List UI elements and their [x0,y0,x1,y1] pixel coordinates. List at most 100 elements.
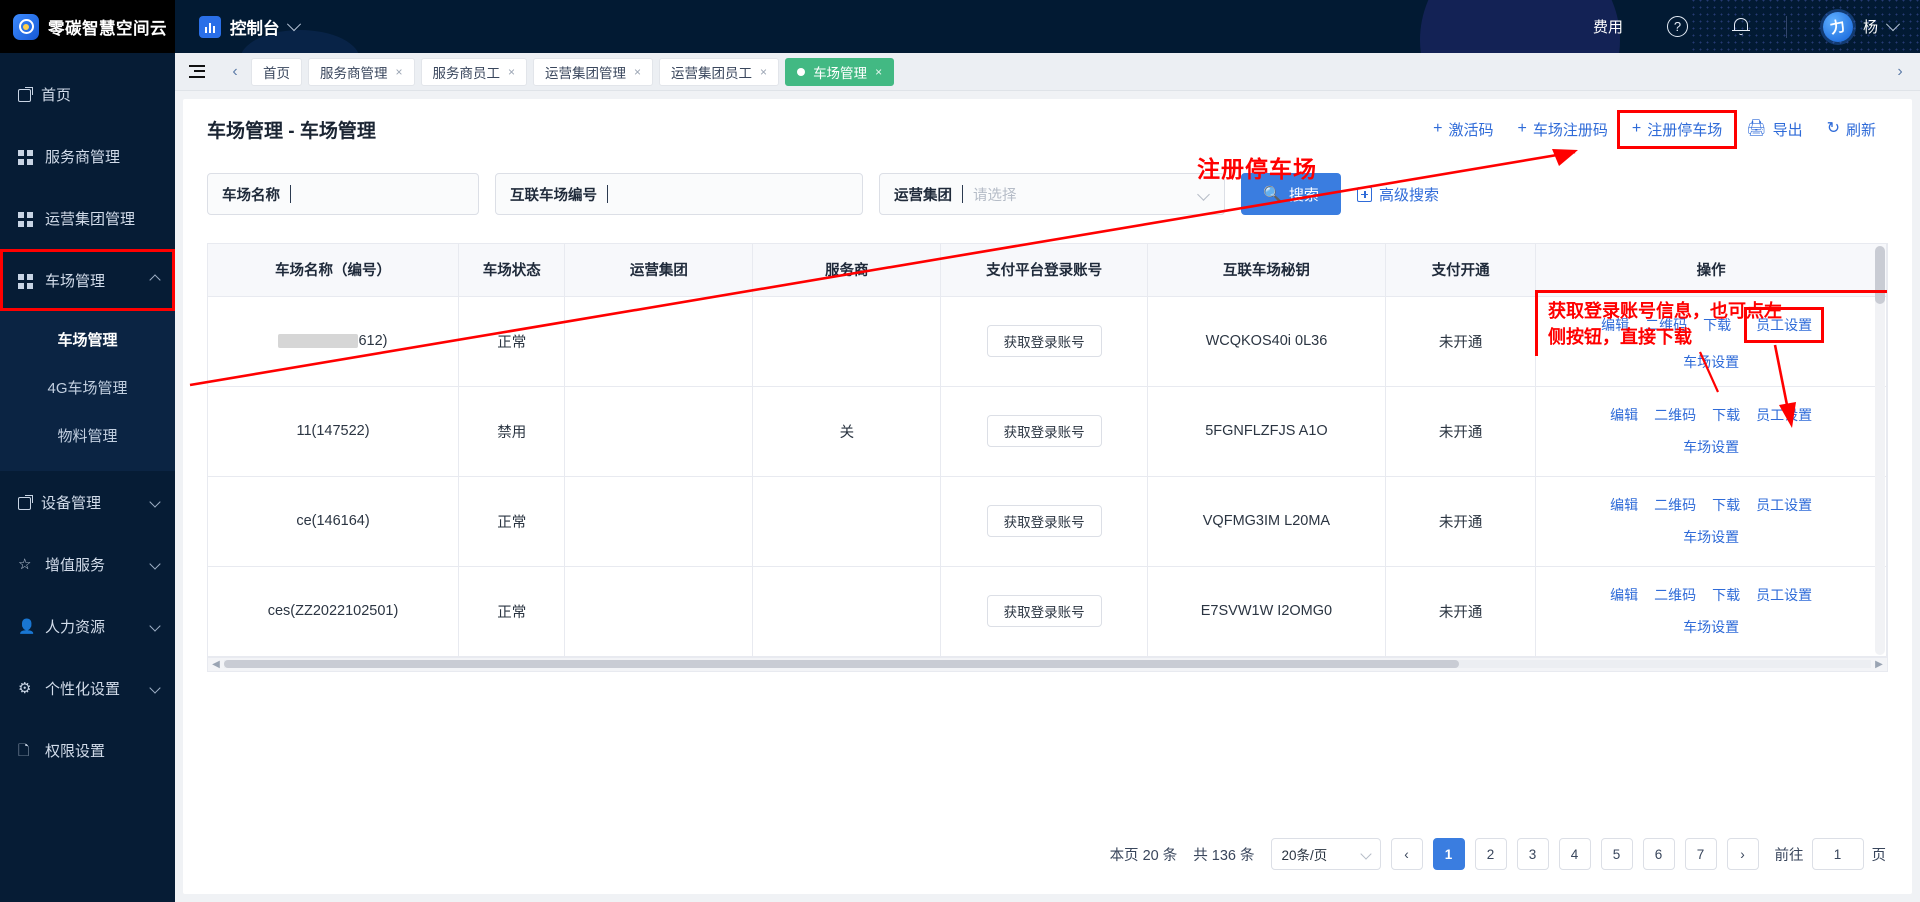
sidebar-subitem-4g-parking[interactable]: 4G车场管理 [0,363,175,411]
sidebar-subitem-parking-management[interactable]: 车场管理 [0,315,175,363]
console-switcher[interactable]: 控制台 [199,15,301,39]
op-download[interactable]: 下载 [1703,315,1731,335]
get-login-account-button[interactable]: 获取登录账号 [986,595,1102,627]
cell-status: 正常 [458,566,566,657]
op-edit[interactable]: 编辑 [1610,585,1638,605]
search-button[interactable]: 🔍 搜索 [1241,173,1341,215]
sidebar-item-value-added-services[interactable]: ☆ 增值服务 [0,533,175,595]
op-edit[interactable]: 编辑 [1610,495,1638,515]
tab-parking-management[interactable]: 车场管理 × [785,57,895,86]
tabs-scroll-right-icon[interactable]: › [1880,63,1920,81]
export-button[interactable]: 🖨 导出 [1734,113,1814,146]
pagination-next-button[interactable]: › [1726,838,1759,870]
table-row[interactable]: 11(147522) 禁用 关 获取登录账号 5FGNFLZFJS A1O 未开… [208,386,1887,477]
parking-name-field[interactable]: 车场名称 [207,173,479,215]
table-row[interactable]: 612) 正常 获取登录账号 WCQKOS40i 0L36 未开通 编辑 二维码… [208,296,1887,387]
table-horizontal-scrollbar[interactable]: ◀ ▶ [207,657,1888,672]
table-row[interactable]: ces(ZZ2022102501) 正常 获取登录账号 E7SVW1W I2OM… [208,566,1887,657]
tab-operation-group[interactable]: 运营集团管理 × [533,57,654,86]
op-parking-settings[interactable]: 车场设置 [1683,437,1739,457]
sidebar-item-human-resources[interactable]: 👤 人力资源 [0,595,175,657]
get-login-account-button[interactable]: 获取登录账号 [986,415,1102,447]
text-cursor [607,185,608,203]
scrollbar-thumb[interactable] [224,660,1460,668]
tabs-scroll-left-icon[interactable]: ‹ [219,63,251,81]
pagination-page-4[interactable]: 4 [1558,838,1591,870]
scrollbar-thumb[interactable] [1875,246,1885,304]
scrollbar-track[interactable] [224,660,1871,668]
sidebar-subitem-material[interactable]: 物料管理 [0,411,175,459]
pagination-page-1[interactable]: 1 [1432,838,1465,870]
op-qrcode[interactable]: 二维码 [1645,315,1687,335]
jump-suffix: 页 [1871,847,1887,864]
sidebar-item-label: 权限设置 [45,742,106,760]
fee-link[interactable]: 费用 [1571,16,1645,37]
close-icon[interactable]: × [396,65,403,79]
table-row[interactable]: ce(146164) 正常 获取登录账号 VQFMG3IM L20MA 未开通 [208,476,1887,567]
get-login-account-button[interactable]: 获取登录账号 [986,325,1102,357]
menu-collapse-icon[interactable] [175,65,219,78]
chevron-down-icon [1197,187,1210,201]
gear-icon: ⚙ [18,679,32,697]
pagination-page-7[interactable]: 7 [1684,838,1717,870]
scroll-right-icon[interactable]: ▶ [1871,659,1887,670]
get-login-account-button[interactable]: 获取登录账号 [986,505,1102,537]
interconnect-parking-code-field[interactable]: 互联车场编号 [495,173,863,215]
op-staff-settings[interactable]: 员工设置 [1756,585,1812,605]
op-parking-settings[interactable]: 车场设置 [1683,617,1739,637]
advanced-search-button[interactable]: 高级搜索 [1357,184,1439,205]
refresh-button[interactable]: ↻ 刷新 [1815,113,1888,146]
pagination-page-3[interactable]: 3 [1516,838,1549,870]
op-download[interactable]: 下载 [1712,405,1740,425]
sidebar-item-permissions[interactable]: 🗋 权限设置 [0,719,175,781]
parking-register-code-button[interactable]: + 车场注册码 [1506,113,1620,146]
sidebar-item-device-management[interactable]: 设备管理 [0,471,175,533]
tab-home[interactable]: 首页 [251,57,302,86]
app-logo-icon [13,13,39,40]
help-button[interactable]: ? [1645,16,1710,37]
tab-label: 首页 [263,65,290,81]
close-icon[interactable]: × [634,65,641,79]
jump-input[interactable]: 1 [1811,838,1864,870]
op-qrcode[interactable]: 二维码 [1654,495,1696,515]
op-staff-settings[interactable]: 员工设置 [1756,495,1812,515]
cell-provider: 关 [752,386,942,477]
op-qrcode[interactable]: 二维码 [1654,585,1696,605]
op-staff-settings[interactable]: 员工设置 [1756,405,1812,425]
op-edit[interactable]: 编辑 [1601,315,1629,335]
page-size-select[interactable]: 20条/页 [1270,838,1381,870]
close-icon[interactable]: × [508,65,515,79]
op-parking-settings[interactable]: 车场设置 [1683,352,1739,372]
tab-operation-group-staff[interactable]: 运营集团员工 × [659,57,780,86]
op-staff-settings[interactable]: 员工设置 [1744,307,1825,343]
scroll-left-icon[interactable]: ◀ [208,659,224,670]
sidebar-item-home[interactable]: 首页 [0,63,175,125]
tab-service-provider[interactable]: 服务商管理 × [308,57,415,86]
sidebar-item-parking-management[interactable]: 车场管理 [0,249,175,311]
op-download[interactable]: 下载 [1712,495,1740,515]
pagination-prev-button[interactable]: ‹ [1390,838,1423,870]
operation-group-select[interactable]: 运营集团 请选择 [879,173,1225,215]
op-edit[interactable]: 编辑 [1610,405,1638,425]
sidebar-item-operation-group[interactable]: 运营集团管理 [0,187,175,249]
pagination-page-2[interactable]: 2 [1474,838,1507,870]
user-menu[interactable]: 力 杨 [1801,11,1901,42]
user-name: 杨 [1862,19,1878,36]
register-parking-lot-button[interactable]: + 注册停车场 [1616,109,1738,149]
tab-label: 运营集团管理 [545,65,627,81]
operations-group: 编辑 二维码 下载 员工设置 车场设置 [1536,585,1886,637]
tab-service-provider-staff[interactable]: 服务商员工 × [420,57,528,86]
pagination-page-6[interactable]: 6 [1642,838,1675,870]
op-parking-settings[interactable]: 车场设置 [1683,527,1739,547]
op-qrcode[interactable]: 二维码 [1654,405,1696,425]
close-icon[interactable]: × [875,65,882,79]
op-download[interactable]: 下载 [1712,585,1740,605]
table-vertical-scrollbar[interactable] [1875,246,1885,655]
pagination-page-5[interactable]: 5 [1600,838,1633,870]
activation-code-button[interactable]: + 激活码 [1421,113,1505,146]
notifications-button[interactable] [1710,17,1772,37]
table-header: 车场名称（编号） 车场状态 运营集团 服务商 支付平台登录账号 互联车场秘钥 支… [208,244,1887,297]
sidebar-item-personalization[interactable]: ⚙ 个性化设置 [0,657,175,719]
close-icon[interactable]: × [760,65,767,79]
sidebar-item-service-provider[interactable]: 服务商管理 [0,125,175,187]
